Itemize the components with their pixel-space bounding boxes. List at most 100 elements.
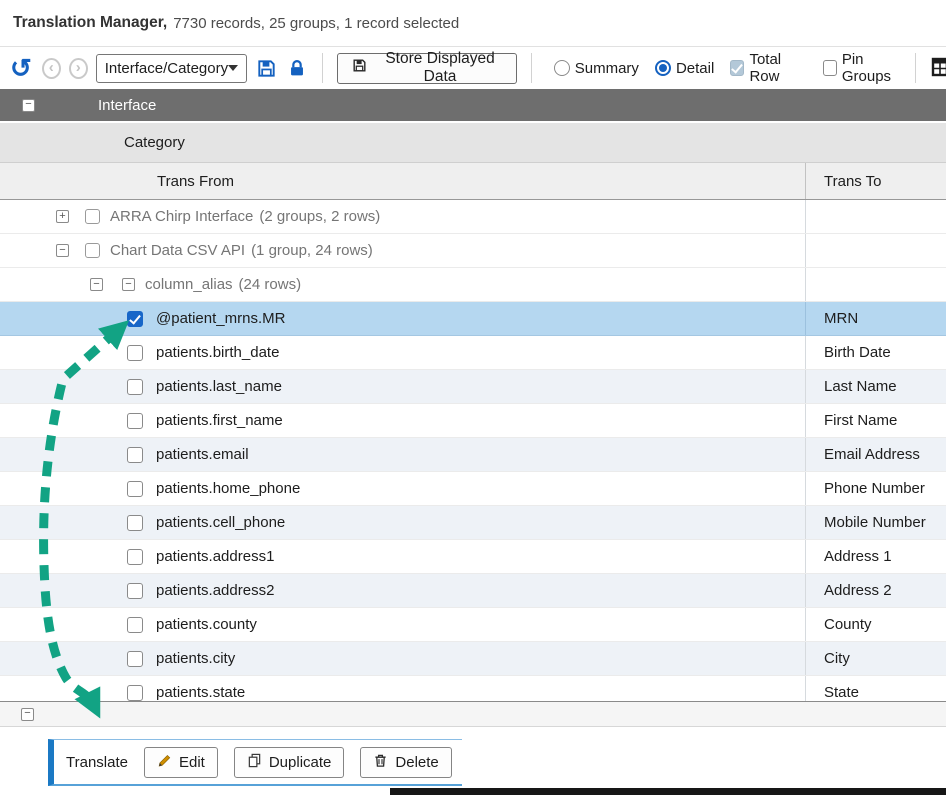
view-mode-value: Interface/Category: [105, 60, 228, 77]
trans-to-cell: County: [805, 608, 946, 641]
collapse-icon[interactable]: [22, 99, 35, 112]
group-row-arra-chirp[interactable]: ARRA Chirp Interface (2 groups, 2 rows): [0, 200, 946, 234]
lock-icon[interactable]: [286, 57, 308, 79]
collapse-icon[interactable]: [122, 278, 135, 291]
row-checkbox[interactable]: [127, 549, 143, 565]
subgroup-row-column-alias[interactable]: column_alias (24 rows): [0, 268, 946, 302]
interface-group-label: Interface: [98, 97, 156, 114]
radio-checked-icon: [655, 60, 671, 76]
undo-icon[interactable]: ↺: [10, 55, 32, 81]
trans-from-cell: patients.home_phone: [156, 480, 300, 497]
column-header-trans-from[interactable]: Trans From: [157, 173, 234, 190]
trans-to-cell: MRN: [805, 302, 946, 335]
subgroup-meta: (24 rows): [239, 276, 302, 293]
page-title: Translation Manager,: [13, 14, 167, 32]
collapse-icon[interactable]: [56, 244, 69, 257]
trans-from-cell: patients.first_name: [156, 412, 283, 429]
toolbar: ↺ ‹ › Interface/Category: [0, 47, 946, 89]
trans-from-cell: patients.cell_phone: [156, 514, 285, 531]
pin-groups-checkbox[interactable]: Pin Groups: [823, 51, 907, 85]
row-checkbox[interactable]: [127, 685, 143, 701]
trans-to-cell: Phone Number: [805, 472, 946, 505]
row-checkbox[interactable]: [127, 481, 143, 497]
collapse-icon[interactable]: [21, 708, 34, 721]
record-summary: 7730 records, 25 groups, 1 record select…: [173, 15, 459, 32]
trans-to-cell: Birth Date: [805, 336, 946, 369]
row-checkbox[interactable]: [127, 617, 143, 633]
row-checkbox[interactable]: [127, 447, 143, 463]
total-row-label: Total Row: [749, 51, 806, 85]
store-displayed-data-button[interactable]: Store Displayed Data: [337, 53, 517, 84]
trans-from-cell: patients.city: [156, 650, 235, 667]
trans-from-cell: patients.state: [156, 684, 245, 701]
delete-button[interactable]: Delete: [360, 747, 451, 778]
back-button[interactable]: ‹: [42, 58, 61, 79]
trans-from-cell: patients.email: [156, 446, 249, 463]
toolbar-separator: [322, 53, 323, 83]
view-mode-select[interactable]: Interface/Category: [96, 54, 248, 83]
forward-button[interactable]: ›: [69, 58, 88, 79]
detail-radio-label: Detail: [676, 60, 714, 77]
row-checkbox[interactable]: [127, 413, 143, 429]
column-header-trans-to[interactable]: Trans To: [805, 163, 882, 199]
row-checkbox[interactable]: [127, 515, 143, 531]
bottom-group-bar: [0, 701, 946, 727]
radio-icon: [554, 60, 570, 76]
total-row-checkbox[interactable]: Total Row: [730, 51, 806, 85]
chevron-down-icon: [228, 65, 238, 71]
table-row[interactable]: patients.county County: [0, 608, 946, 642]
row-checkbox[interactable]: [127, 379, 143, 395]
table-row[interactable]: patients.state State: [0, 676, 946, 701]
trans-to-cell: State: [805, 676, 946, 701]
table-row[interactable]: patients.first_name First Name: [0, 404, 946, 438]
table-row[interactable]: patients.cell_phone Mobile Number: [0, 506, 946, 540]
table-row[interactable]: patients.address2 Address 2: [0, 574, 946, 608]
duplicate-button[interactable]: Duplicate: [234, 747, 345, 778]
group-header-interface: Interface: [0, 89, 946, 121]
category-group-label: Category: [124, 134, 185, 151]
trans-from-cell: @patient_mrns.MR: [156, 310, 285, 327]
group-meta: (2 groups, 2 rows): [259, 208, 380, 225]
group-checkbox[interactable]: [85, 209, 100, 224]
store-button-label: Store Displayed Data: [377, 50, 503, 86]
group-row-chart-data-csv[interactable]: Chart Data CSV API (1 group, 24 rows): [0, 234, 946, 268]
trans-from-cell: patients.birth_date: [156, 344, 279, 361]
collapse-icon[interactable]: [90, 278, 103, 291]
group-checkbox[interactable]: [85, 243, 100, 258]
edit-button-label: Edit: [179, 754, 205, 771]
toolbar-separator: [915, 53, 916, 83]
group-label: Chart Data CSV API: [110, 242, 245, 259]
chevron-left-icon: ‹: [49, 60, 54, 75]
floppy-disk-icon: [255, 57, 278, 80]
table-row[interactable]: patients.birth_date Birth Date: [0, 336, 946, 370]
group-meta: (1 group, 24 rows): [251, 242, 373, 259]
table-row[interactable]: patients.home_phone Phone Number: [0, 472, 946, 506]
row-checkbox-checked[interactable]: [127, 311, 143, 327]
row-checkbox[interactable]: [127, 583, 143, 599]
detail-radio[interactable]: Detail: [655, 60, 714, 77]
row-checkbox[interactable]: [127, 651, 143, 667]
trans-to-cell: Email Address: [805, 438, 946, 471]
trans-to-cell: Address 1: [805, 540, 946, 573]
checkbox-checked-disabled-icon: [730, 60, 744, 76]
summary-radio[interactable]: Summary: [554, 60, 639, 77]
group-header-category: Category: [0, 121, 946, 163]
duplicate-button-label: Duplicate: [269, 754, 332, 771]
edit-button[interactable]: Edit: [144, 747, 218, 778]
grid-view-button[interactable]: [930, 55, 946, 81]
trans-from-cell: patients.county: [156, 616, 257, 633]
table-row[interactable]: patients.address1 Address 1: [0, 540, 946, 574]
translate-label: Translate: [66, 754, 128, 771]
save-icon[interactable]: [255, 57, 278, 80]
trans-to-cell: City: [805, 642, 946, 675]
expand-icon[interactable]: [56, 210, 69, 223]
summary-radio-label: Summary: [575, 60, 639, 77]
table-row[interactable]: @patient_mrns.MR MRN: [0, 302, 946, 336]
pencil-icon: [157, 753, 172, 772]
table-row[interactable]: patients.city City: [0, 642, 946, 676]
group-label: ARRA Chirp Interface: [110, 208, 253, 225]
row-checkbox[interactable]: [127, 345, 143, 361]
table-row[interactable]: patients.email Email Address: [0, 438, 946, 472]
table-row[interactable]: patients.last_name Last Name: [0, 370, 946, 404]
title-bar: Translation Manager, 7730 records, 25 gr…: [0, 0, 946, 47]
